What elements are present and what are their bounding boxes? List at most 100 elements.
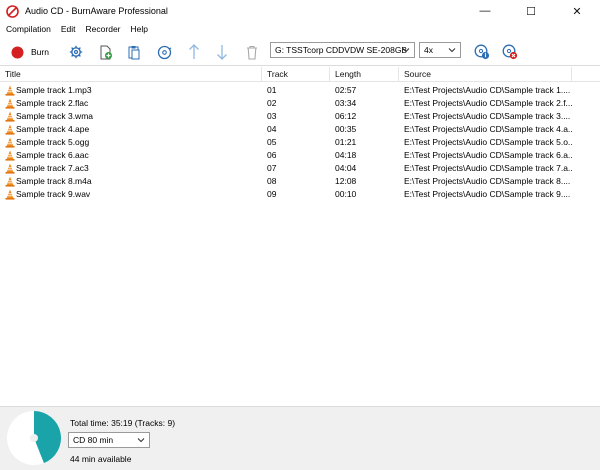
table-row[interactable]: Sample track 3.wma 03 06:12 E:\Test Project… [0,110,600,123]
cell-track: 02 [267,98,277,108]
paste-button[interactable] [124,41,144,63]
window-title: Audio CD - BurnAware Professional [25,6,168,16]
cell-length: 04:04 [335,163,357,173]
table-row[interactable]: Sample track 8.m4a 08 12:08 E:\Test Project… [0,175,600,188]
burn-label: Burn [31,47,49,57]
disc-hole [30,434,38,442]
close-button[interactable]: ✕ [554,0,600,22]
speed-select-value: 4x [424,45,433,55]
cell-length: 00:35 [335,124,357,134]
delete-button[interactable] [242,41,262,63]
app-logo-icon [6,4,19,18]
erase-icon [502,44,518,60]
cell-length: 01:21 [335,137,357,147]
menu-bar: Compilation Edit Recorder Help [0,22,600,36]
burn-icon [11,46,24,58]
vlc-cone-icon [5,163,15,174]
vlc-cone-icon [5,176,15,187]
cell-source: E:\Test Projects\Audio CD\Sample track 8… [404,176,571,186]
burn-button[interactable]: Burn [6,41,54,63]
table-row[interactable]: Sample track 6.aac 06 04:18 E:\Test Project… [0,149,600,162]
cell-length: 06:12 [335,111,357,121]
vlc-cone-icon [5,124,15,135]
move-up-icon [189,44,199,59]
drive-select[interactable]: G: TSSTcorp CDDVDW SE-208GB [270,42,415,58]
cell-track: 08 [267,176,277,186]
paste-icon [128,45,140,59]
cell-source: E:\Test Projects\Audio CD\Sample track 2… [404,98,572,108]
vlc-cone-icon [5,137,15,148]
cell-length: 03:34 [335,98,357,108]
erase-button[interactable] [500,41,520,63]
menu-compilation[interactable]: Compilation [0,24,56,34]
menu-help[interactable]: Help [126,24,153,34]
chevron-down-icon [137,438,145,443]
cell-length: 00:10 [335,189,357,199]
cell-track: 01 [267,85,277,95]
cell-title: Sample track 2.flac [16,98,89,108]
cell-title: Sample track 7.ac3 [16,163,89,173]
vlc-cone-icon [5,189,15,200]
vlc-cone-icon [5,85,15,96]
menu-recorder[interactable]: Recorder [81,24,126,34]
cell-source: E:\Test Projects\Audio CD\Sample track 7… [404,163,572,173]
cell-track: 04 [267,124,277,134]
cell-source: E:\Test Projects\Audio CD\Sample track 5… [404,137,572,147]
disc-info-button[interactable] [154,41,174,63]
column-header-title[interactable]: Title [0,67,262,82]
table-row[interactable]: Sample track 9.wav 09 00:10 E:\Test Project… [0,188,600,201]
cell-track: 03 [267,111,277,121]
cell-title: Sample track 6.aac [16,150,89,160]
cell-source: E:\Test Projects\Audio CD\Sample track 3… [404,111,571,121]
menu-edit[interactable]: Edit [56,24,81,34]
chevron-down-icon [402,48,410,53]
vlc-cone-icon [5,111,15,122]
column-header-track[interactable]: Track [262,67,330,82]
disc-usage-chart [7,411,61,465]
table-row[interactable]: Sample track 4.ape 04 00:35 E:\Test Project… [0,123,600,136]
cell-track: 07 [267,163,277,173]
delete-icon [247,45,257,60]
cell-title: Sample track 1.mp3 [16,85,92,95]
cell-title: Sample track 9.wav [16,189,91,199]
disc-info-icon [157,45,171,59]
disc-type-select[interactable]: CD 80 min [68,432,150,448]
column-header-source[interactable]: Source [399,67,572,82]
table-row[interactable]: Sample track 1.mp3 01 02:57 E:\Test Project… [0,84,600,97]
cell-length: 12:08 [335,176,357,186]
table-row[interactable]: Sample track 5.ogg 05 01:21 E:\Test Project… [0,136,600,149]
chevron-down-icon [448,48,456,53]
move-down-button[interactable] [212,41,232,63]
drive-info-button[interactable] [472,41,492,63]
maximize-button[interactable]: ☐ [508,0,554,22]
track-list[interactable]: Title Track Length Source Sample track 1… [0,67,600,406]
total-time-label: Total time: 35:19 (Tracks: 9) [70,418,176,428]
disc-type-value: CD 80 min [73,435,114,445]
column-header-length[interactable]: Length [330,67,399,82]
table-row[interactable]: Sample track 2.flac 02 03:34 E:\Test Projec… [0,97,600,110]
cell-source: E:\Test Projects\Audio CD\Sample track 9… [404,189,571,199]
title-bar: Audio CD - BurnAware Professional — ☐ ✕ [0,0,600,22]
speed-select[interactable]: 4x [419,42,461,58]
cell-source: E:\Test Projects\Audio CD\Sample track 4… [404,124,572,134]
add-files-button[interactable] [96,41,116,63]
minimize-button[interactable]: — [462,0,508,22]
drive-info-icon [474,44,490,60]
move-up-button[interactable] [184,41,204,63]
settings-button[interactable] [66,41,86,63]
cell-track: 06 [267,150,277,160]
cell-title: Sample track 4.ape [16,124,90,134]
move-down-icon [217,45,227,60]
cell-title: Sample track 3.wma [16,111,93,121]
available-space-label: 44 min available [70,454,132,464]
cell-length: 02:57 [335,85,357,95]
table-row[interactable]: Sample track 7.ac3 07 04:04 E:\Test Project… [0,162,600,175]
cell-track: 09 [267,189,277,199]
cell-length: 04:18 [335,150,357,160]
vlc-cone-icon [5,150,15,161]
cell-track: 05 [267,137,277,147]
cell-title: Sample track 8.m4a [16,176,92,186]
cell-source: E:\Test Projects\Audio CD\Sample track 6… [404,150,572,160]
cell-source: E:\Test Projects\Audio CD\Sample track 1… [404,85,571,95]
status-panel: Total time: 35:19 (Tracks: 9) CD 80 min … [0,406,600,470]
